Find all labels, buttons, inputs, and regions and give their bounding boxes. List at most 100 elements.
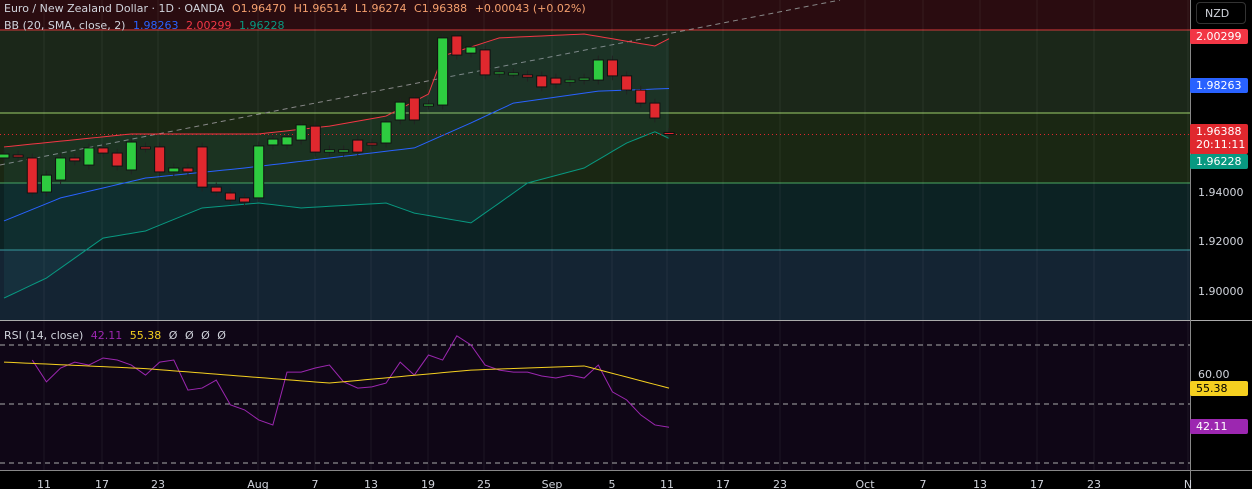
bb-label: BB (20, SMA, close, 2) <box>4 19 126 32</box>
rsi-tag: 42.11 <box>1190 419 1248 434</box>
candle <box>267 138 279 146</box>
candle <box>550 77 562 85</box>
candle <box>12 154 24 158</box>
candle <box>182 167 194 173</box>
time-tick: 13 <box>364 478 378 489</box>
change-value: +0.00043 (+0.02%) <box>474 2 586 15</box>
candle <box>578 77 590 81</box>
candle <box>140 146 151 150</box>
candle <box>338 149 350 153</box>
zone-background <box>0 250 1190 320</box>
time-tick: 11 <box>37 478 51 489</box>
time-tick: 23 <box>1087 478 1101 489</box>
candle <box>224 192 236 201</box>
close-value: C1.96388 <box>414 2 468 15</box>
symbol-legend: Euro / New Zealand Dollar · 1D · OANDA O… <box>4 2 590 15</box>
candle <box>522 74 534 78</box>
candle <box>196 146 208 188</box>
candle <box>592 59 604 81</box>
rsi-ma-tag: 55.38 <box>1190 381 1248 396</box>
chart-canvas[interactable] <box>0 0 1252 489</box>
candle <box>507 72 519 76</box>
candle <box>309 125 321 153</box>
candle <box>408 97 420 121</box>
price-tick: 1.92000 <box>1198 235 1244 248</box>
candle <box>366 142 378 146</box>
candle <box>451 35 463 56</box>
candle <box>210 186 222 193</box>
candle <box>380 121 392 144</box>
time-tick: 13 <box>973 478 987 489</box>
low-value: L1.96274 <box>354 2 407 15</box>
candle <box>168 167 180 173</box>
candle <box>635 89 647 104</box>
rsi-extra: Ø <box>217 329 226 342</box>
time-tick: N <box>1183 478 1193 489</box>
chart-window: Euro / New Zealand Dollar · 1D · OANDA O… <box>0 0 1252 489</box>
rsi-label: RSI (14, close) <box>4 329 84 342</box>
last-price: 1.96388 <box>1196 125 1242 138</box>
time-tick: Aug <box>247 478 269 489</box>
bb-lower-tag: 1.96228 <box>1190 154 1248 169</box>
price-tick: 1.90000 <box>1198 285 1244 298</box>
bb-legend[interactable]: BB (20, SMA, close, 2) 1.98263 2.00299 1… <box>4 19 288 32</box>
candle <box>97 147 109 154</box>
price-tick: 1.94000 <box>1198 186 1244 199</box>
candle <box>281 136 293 146</box>
candle <box>323 149 335 153</box>
rsi-tick: 60.00 <box>1198 368 1230 381</box>
time-tick: 7 <box>311 478 319 489</box>
time-tick: Oct <box>855 478 875 489</box>
currency-button[interactable]: NZD <box>1196 2 1246 24</box>
bb-basis-tag: 1.98263 <box>1190 78 1248 93</box>
candle <box>26 157 38 194</box>
candle <box>564 79 576 83</box>
candle <box>493 71 505 75</box>
rsi-extra: Ø <box>168 329 178 342</box>
symbol-title[interactable]: Euro / New Zealand Dollar · 1D · OANDA <box>4 2 224 15</box>
rsi-extra: Ø <box>201 329 210 342</box>
candle <box>465 46 477 54</box>
candle <box>479 49 491 76</box>
zone-background <box>0 321 1190 470</box>
candle <box>154 146 166 173</box>
candle <box>394 101 406 121</box>
candle <box>606 59 618 77</box>
time-tick: 23 <box>151 478 165 489</box>
bb-lower-value: 1.96228 <box>238 19 285 32</box>
time-tick: 25 <box>477 478 491 489</box>
bar-countdown: 20:11:11 <box>1196 138 1246 151</box>
last-price-tag: 1.96388 20:11:11 <box>1190 124 1248 154</box>
open-value: O1.96470 <box>231 2 287 15</box>
candle <box>125 141 137 171</box>
candle <box>663 131 675 135</box>
time-tick: 23 <box>773 478 787 489</box>
time-tick: 7 <box>919 478 927 489</box>
candle <box>295 124 307 141</box>
bb-upper-value: 2.00299 <box>185 19 232 32</box>
candle <box>83 147 95 166</box>
time-tick: 19 <box>421 478 435 489</box>
time-tick: 5 <box>608 478 616 489</box>
time-tick: 11 <box>660 478 674 489</box>
candle <box>253 145 265 199</box>
rsi-value: 42.11 <box>90 329 123 342</box>
time-tick: Sep <box>541 478 563 489</box>
rsi-ma-value: 55.38 <box>129 329 162 342</box>
candle <box>536 75 548 88</box>
high-value: H1.96514 <box>293 2 348 15</box>
candle <box>40 174 52 193</box>
rsi-extra: Ø <box>184 329 194 342</box>
candle <box>55 157 67 181</box>
time-tick: 17 <box>716 478 730 489</box>
candle <box>621 75 633 91</box>
candle <box>69 157 81 162</box>
candle <box>437 37 449 106</box>
bb-basis-value: 1.98263 <box>132 19 179 32</box>
candle <box>111 152 123 167</box>
rsi-legend[interactable]: RSI (14, close) 42.11 55.38 Ø Ø Ø Ø <box>4 329 230 342</box>
candle <box>423 103 434 107</box>
candle <box>352 139 364 153</box>
time-tick: 17 <box>95 478 109 489</box>
candle <box>649 102 661 119</box>
